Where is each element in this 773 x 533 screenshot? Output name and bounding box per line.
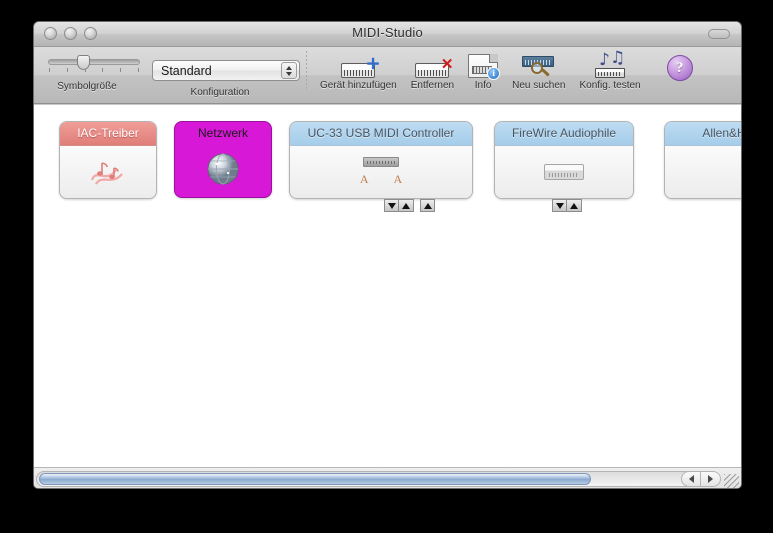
keyboard-plus-icon: ✛ (341, 50, 379, 78)
test-setup-label: Konfig. testen (579, 80, 641, 91)
device-firewire-audiophile[interactable]: FireWire Audiophile (494, 121, 634, 199)
port-label: A (359, 172, 369, 186)
toolbar-separator (306, 51, 307, 91)
device-body: A A (290, 146, 472, 198)
configuration-group: Standard Konfiguration (140, 47, 300, 98)
firewire-port-arrows (552, 199, 582, 212)
rescan-icon (521, 50, 556, 78)
port-arrow-pair (420, 199, 435, 212)
device-title: IAC-Treiber (60, 122, 156, 146)
device-title: UC-33 USB MIDI Controller (290, 122, 472, 146)
slider-thumb[interactable] (77, 55, 90, 70)
device-allen-heath[interactable]: Allen&H (664, 121, 741, 199)
rescan-label: Neu suchen (512, 80, 566, 91)
scrollbar-arrows (681, 471, 721, 487)
device-title: Netzwerk (197, 126, 248, 140)
firewire-interface-icon (544, 164, 584, 180)
device-netzwerk[interactable]: Netzwerk (174, 121, 272, 198)
add-device-button[interactable]: ✛ Gerät hinzufügen (313, 47, 404, 91)
scroll-left-arrow-icon[interactable] (681, 471, 701, 487)
port-arrow-pair (552, 199, 582, 212)
device-title: FireWire Audiophile (495, 122, 633, 146)
uc-33-port-arrows (384, 199, 435, 212)
icon-size-label: Symbolgröße (57, 81, 117, 92)
horizontal-scrollbar[interactable] (34, 467, 741, 488)
device-body (175, 145, 271, 197)
rescan-button[interactable]: Neu suchen (505, 47, 572, 91)
keyboard-x-icon: ✕ (415, 50, 453, 78)
desktop-background: MIDI-Studio Symbolgröße Standard Konfigu… (0, 0, 773, 533)
configuration-value: Standard (161, 63, 212, 78)
configuration-label: Konfiguration (190, 87, 250, 98)
help-button[interactable]: ? (660, 47, 700, 81)
port-in-arrow[interactable] (399, 199, 414, 212)
info-button[interactable]: i Info (461, 47, 505, 91)
scrollbar-thumb[interactable] (39, 473, 591, 485)
remove-device-button[interactable]: ✕ Entfernen (404, 47, 461, 91)
icon-size-slider[interactable] (34, 47, 140, 72)
document-info-icon: i (468, 50, 501, 80)
add-device-label: Gerät hinzufügen (320, 80, 397, 91)
midi-interface-icon (363, 157, 399, 167)
port-arrow-pair (384, 199, 414, 212)
test-setup-button[interactable]: ♪ ♫ Konfig. testen (572, 47, 647, 91)
chevron-updown-icon[interactable] (281, 62, 297, 79)
port-label: A (393, 172, 403, 186)
icon-size-group: Symbolgröße (34, 47, 140, 92)
device-iac-treiber[interactable]: IAC-Treiber (59, 121, 157, 199)
window-title: MIDI-Studio (352, 25, 423, 40)
window-titlebar[interactable]: MIDI-Studio (34, 22, 741, 47)
slider-ticks (48, 68, 140, 72)
port-out-arrow[interactable] (384, 199, 399, 212)
slider-track[interactable] (48, 55, 140, 70)
midi-studio-window: MIDI-Studio Symbolgröße Standard Konfigu… (33, 21, 742, 489)
port-in-arrow[interactable] (420, 199, 435, 212)
midi-device-canvas[interactable]: IAC-Treiber Netzwerk UC-33 USB MIDI Cont… (34, 104, 741, 467)
device-body (665, 146, 741, 198)
device-body (60, 146, 156, 198)
device-body (495, 146, 633, 198)
scroll-right-arrow-icon[interactable] (701, 471, 721, 487)
resize-grip[interactable] (724, 474, 739, 488)
configuration-popup[interactable]: Standard (152, 60, 300, 81)
remove-device-label: Entfernen (410, 80, 455, 91)
port-out-arrow[interactable] (552, 199, 567, 212)
question-mark-icon: ? (666, 55, 693, 81)
scrollbar-track[interactable] (36, 471, 695, 487)
globe-icon (206, 152, 240, 191)
toolbar-toggle-button[interactable] (708, 29, 730, 39)
toolbar: Symbolgröße Standard Konfiguration ✛ Ger… (34, 47, 741, 104)
device-title: Allen&H (665, 122, 741, 146)
test-setup-icon: ♪ ♫ (593, 48, 627, 78)
music-notes-icon (86, 154, 130, 190)
device-uc-33[interactable]: UC-33 USB MIDI Controller A A (289, 121, 473, 199)
info-label: Info (474, 80, 492, 91)
port-in-arrow[interactable] (567, 199, 582, 212)
